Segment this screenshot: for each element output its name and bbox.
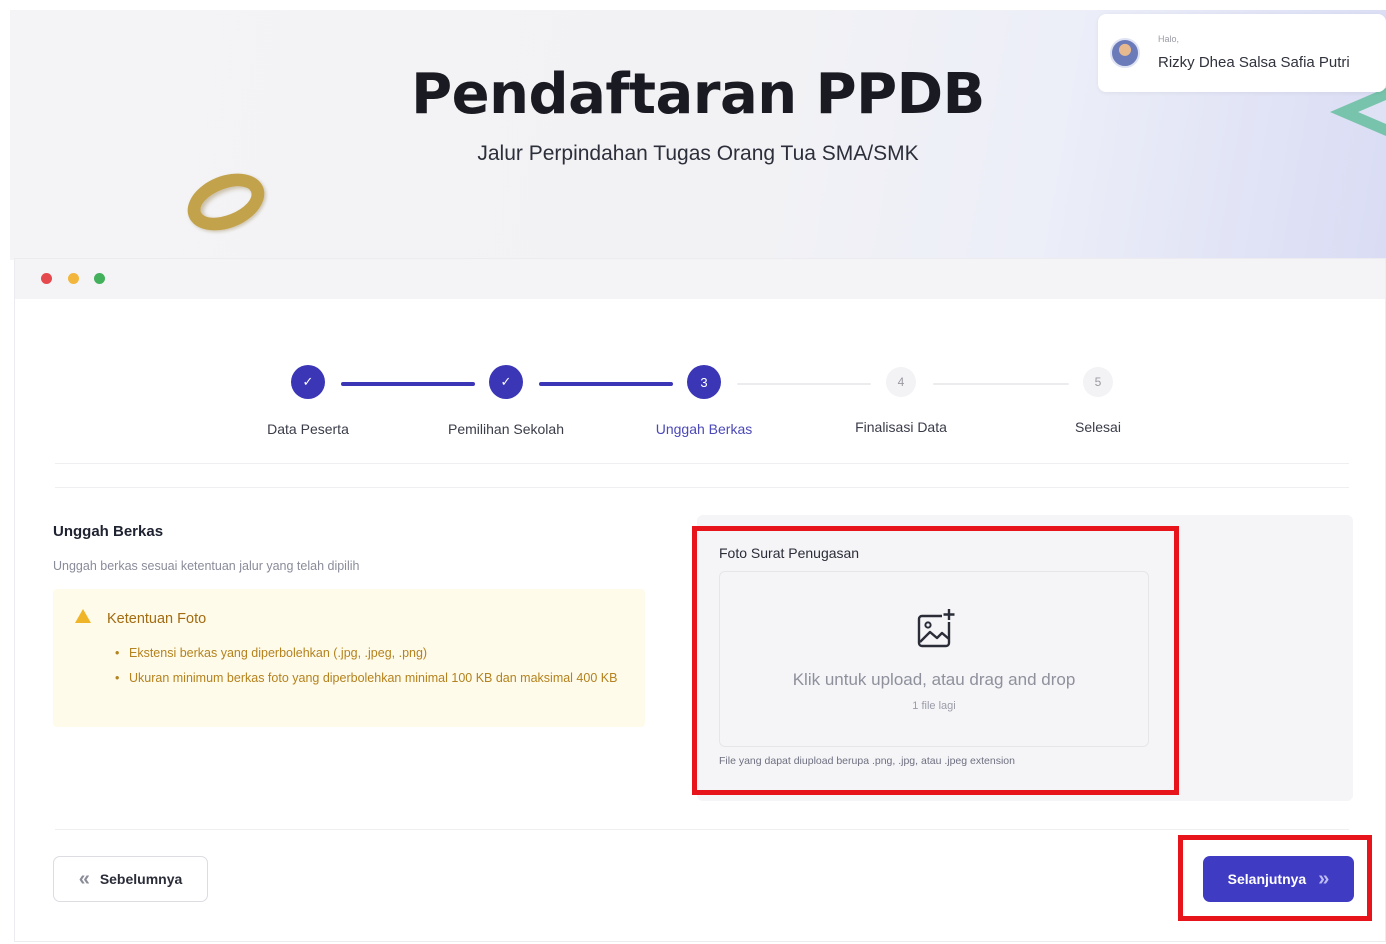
upload-panel: Foto Surat Penugasan Klik untuk upload, … (697, 515, 1353, 801)
file-dropzone[interactable]: Klik untuk upload, atau drag and drop 1 … (719, 571, 1149, 747)
step-finalisasi-data: 4 Finalisasi Data (801, 365, 1001, 435)
dropzone-file-count: 1 file lagi (912, 700, 956, 712)
check-icon: ✓ (489, 365, 523, 399)
window-minimize-dot (68, 273, 79, 284)
step-number: 4 (886, 367, 916, 397)
dropzone-prompt: Klik untuk upload, atau drag and drop (792, 670, 1076, 689)
step-label: Unggah Berkas (655, 421, 753, 437)
ring-decoration (179, 162, 273, 242)
upload-field-label: Foto Surat Penugasan (719, 545, 860, 561)
window-maximize-dot (94, 273, 105, 284)
page-subtitle: Jalur Perpindahan Tugas Orang Tua SMA/SM… (477, 142, 919, 165)
step-label: Pemilihan Sekolah (448, 421, 564, 437)
warning-icon (75, 609, 91, 623)
next-button[interactable]: Selanjutnya » (1203, 856, 1354, 902)
previous-button[interactable]: « Sebelumnya (53, 856, 208, 902)
step-data-peserta: ✓ Data Peserta (208, 365, 408, 437)
section-title: Unggah Berkas (53, 523, 164, 540)
next-button-label: Selanjutnya (1227, 871, 1307, 887)
step-number: 5 (1083, 367, 1113, 397)
avatar (1110, 38, 1140, 68)
user-profile-card[interactable]: Halo, Rizky Dhea Salsa Safia Putri (1098, 14, 1386, 92)
step-label: Selesai (1075, 419, 1121, 435)
notice-list: Ekstensi berkas yang diperbolehkan (.jpg… (115, 641, 625, 691)
user-name: Rizky Dhea Salsa Safia Putri (1158, 54, 1350, 71)
add-image-icon (917, 609, 956, 648)
step-selesai: 5 Selesai (998, 365, 1198, 435)
notice-item: Ekstensi berkas yang diperbolehkan (.jpg… (115, 641, 625, 666)
divider (55, 463, 1349, 464)
window-close-dot (41, 273, 52, 284)
step-label: Data Peserta (267, 421, 349, 437)
form-window: ✓ Data Peserta ✓ Pemilihan Sekolah 3 Ung… (14, 258, 1386, 942)
check-icon: ✓ (291, 365, 325, 399)
step-number: 3 (687, 365, 721, 399)
window-title-bar (15, 259, 1385, 299)
step-unggah-berkas: 3 Unggah Berkas (604, 365, 804, 437)
notice-title: Ketentuan Foto (107, 611, 207, 627)
step-pemilihan-sekolah: ✓ Pemilihan Sekolah (406, 365, 606, 437)
upload-help-text: File yang dapat diupload berupa .png, .j… (719, 755, 1015, 767)
photo-requirements-notice: Ketentuan Foto Ekstensi berkas yang dipe… (53, 589, 645, 727)
step-label: Finalisasi Data (855, 419, 947, 435)
section-description: Unggah berkas sesuai ketentuan jalur yan… (53, 559, 360, 573)
divider (55, 829, 1349, 830)
double-chevron-left-icon: « (78, 868, 90, 890)
user-greeting: Halo, (1158, 34, 1180, 44)
notice-item: Ukuran minimum berkas foto yang diperbol… (115, 666, 625, 691)
double-chevron-right-icon: » (1318, 868, 1330, 890)
divider (55, 487, 1349, 488)
previous-button-label: Sebelumnya (99, 871, 183, 887)
